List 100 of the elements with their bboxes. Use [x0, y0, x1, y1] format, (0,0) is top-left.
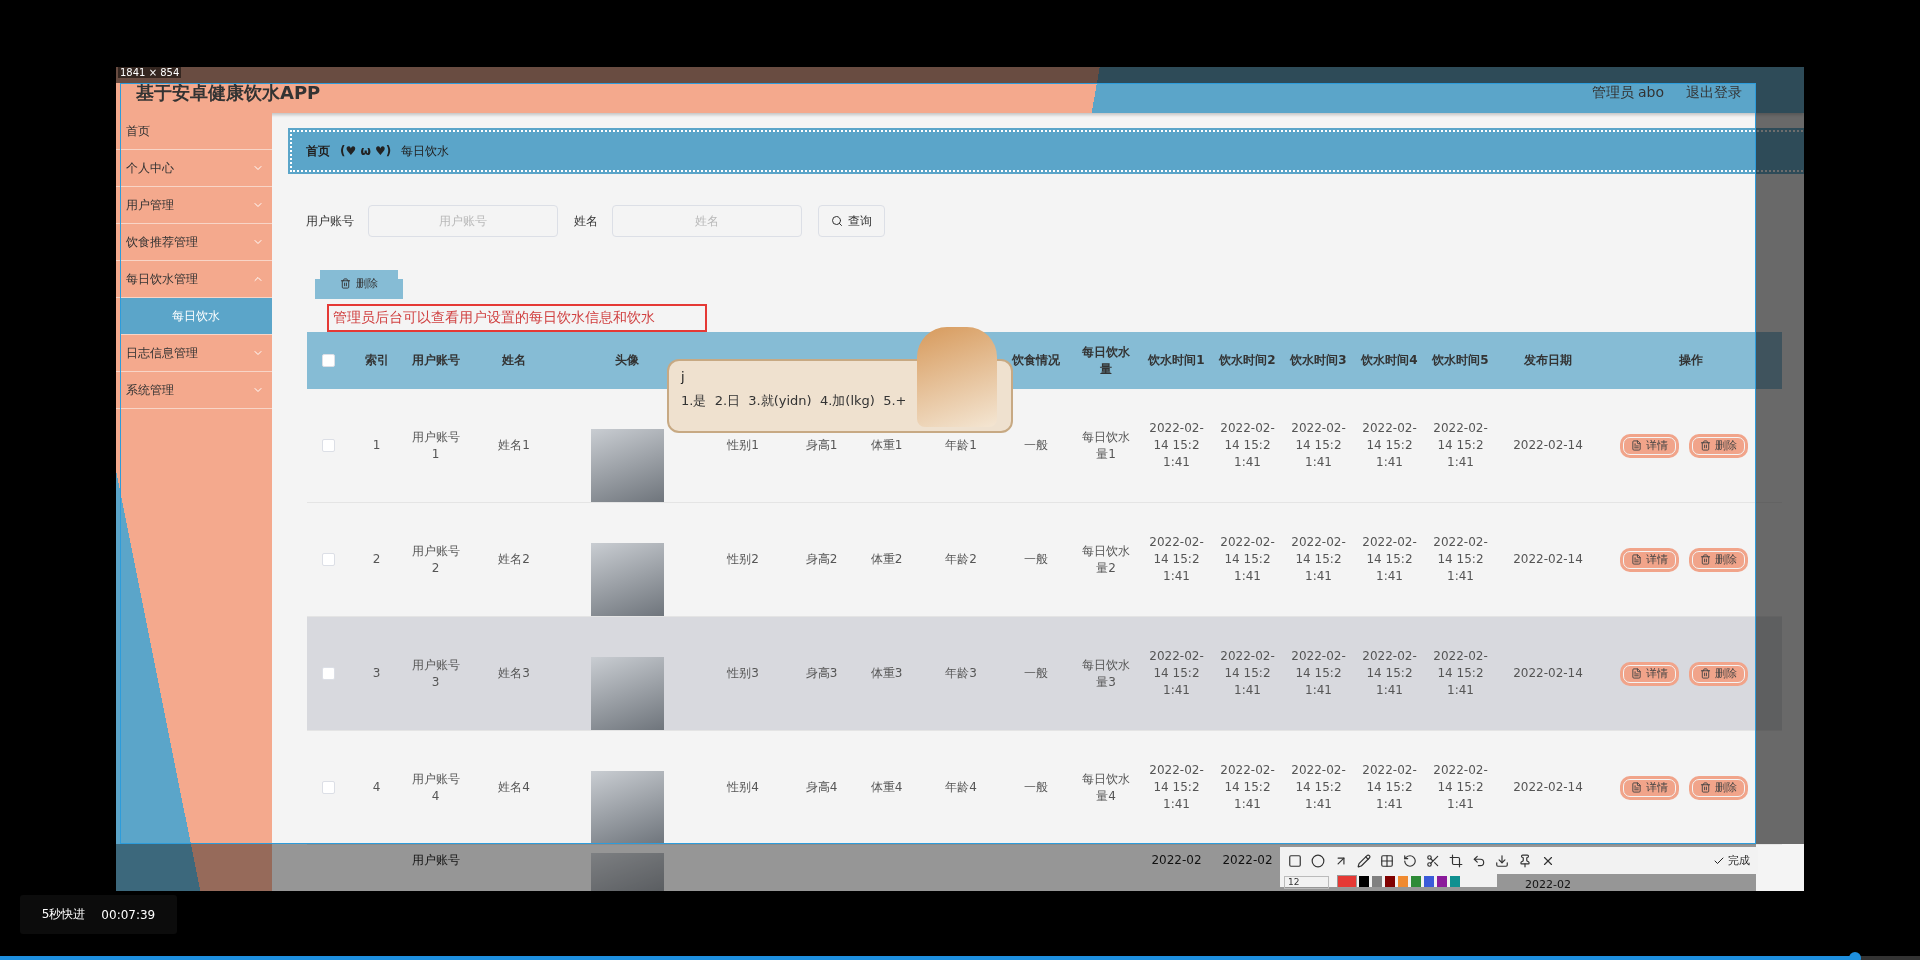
table-cell-text: 4 — [371, 779, 382, 796]
select-all-checkbox[interactable] — [322, 354, 335, 367]
color-swatch[interactable] — [1411, 876, 1421, 887]
field-label: 姓名 — [574, 212, 598, 230]
table-cell-text: 用户账号1 — [410, 428, 461, 463]
row-checkbox[interactable] — [322, 667, 335, 680]
details-button[interactable]: 详情 — [1620, 547, 1679, 572]
table-cell-text: 体重4 — [869, 779, 904, 796]
row-checkbox[interactable] — [322, 781, 335, 794]
table-cell-text: 每日饮水量1 — [1081, 428, 1131, 463]
table-cell-text: 2 — [371, 551, 382, 568]
color-swatch[interactable] — [1398, 876, 1408, 887]
ime-candidates[interactable]: 1.是 2.日 3.就(yidn) 4.加(lkg) 5.+ — [681, 392, 999, 410]
column-header: 发布日期 — [1523, 352, 1573, 369]
font-size-select[interactable]: 12 — [1284, 876, 1329, 889]
color-swatch[interactable] — [1372, 876, 1382, 887]
details-button[interactable]: 详情 — [1620, 433, 1679, 458]
column-header: 饮水时间4 — [1360, 352, 1419, 369]
document-icon — [1631, 554, 1642, 565]
table-cell-text: 2022-02 — [1150, 852, 1203, 867]
pin-icon[interactable] — [1518, 853, 1532, 868]
table-cell-text: 2022-02-14 15:21:41 — [1148, 762, 1205, 813]
table-cell-text: 身高3 — [804, 665, 839, 682]
table-cell-text: 年龄2 — [944, 551, 978, 568]
table-cell-text: 一般 — [1022, 551, 1049, 568]
table-cell-text: 3 — [371, 665, 382, 682]
table-cell-text: 姓名1 — [497, 437, 531, 454]
mosaic-icon[interactable] — [1380, 853, 1394, 868]
breadcrumb-link[interactable]: 首页 — [306, 142, 330, 160]
trash-icon — [340, 277, 351, 289]
table-cell-text: 一般 — [1022, 779, 1049, 796]
breadcrumb-current: 每日饮水 — [401, 142, 450, 160]
logout-link[interactable]: 退出登录 — [1686, 84, 1742, 102]
table-cell-text: 2022-02-14 15:21:41 — [1148, 648, 1205, 699]
table-cell-text: 体重2 — [869, 551, 904, 568]
table-cell-text: 2022-02-14 15:21:41 — [1432, 534, 1489, 585]
document-icon — [1631, 668, 1642, 679]
trash-icon — [1700, 554, 1711, 565]
sidebar-item[interactable]: 首页 — [116, 113, 272, 150]
table-cell-text: 2022-02-14 15:21:41 — [1219, 420, 1276, 471]
color-swatch[interactable] — [1424, 876, 1434, 887]
search-button[interactable]: 查询 — [818, 205, 885, 237]
color-swatch[interactable] — [1359, 876, 1369, 887]
progress-thumb[interactable] — [1848, 952, 1861, 960]
table-cell-text: 2022-02-14 — [1512, 665, 1584, 682]
delete-button[interactable]: 删除 — [1689, 547, 1748, 572]
undo-icon[interactable] — [1403, 853, 1417, 868]
crop-icon[interactable] — [1449, 853, 1463, 868]
table-cell-text: 性别4 — [726, 779, 760, 796]
scissors-icon[interactable] — [1426, 853, 1440, 868]
sidebar-item[interactable]: 日志信息管理 — [116, 335, 272, 372]
seek-label: 5秒快进 — [41, 906, 86, 923]
table-cell-text: 每日饮水量2 — [1081, 542, 1131, 577]
column-header: 饮水时间2 — [1218, 352, 1277, 369]
table-cell-text: 2022-02-14 — [1512, 437, 1584, 454]
annotation-text-box: 管理员后台可以查看用户设置的每日饮水信息和饮水 — [327, 304, 707, 332]
column-header: 索引 — [363, 352, 390, 369]
table-cell-text: 用户账号2 — [410, 542, 461, 577]
details-button[interactable]: 详情 — [1620, 775, 1679, 800]
column-header: 用户账号 — [410, 352, 461, 369]
color-swatch[interactable] — [1338, 876, 1356, 887]
table-cell-text: 姓名4 — [497, 779, 531, 796]
table-cell-text: 每日饮水量3 — [1081, 656, 1131, 691]
row-checkbox[interactable] — [322, 439, 335, 452]
color-swatch[interactable] — [1437, 876, 1447, 887]
delete-button[interactable]: 删除 — [1689, 775, 1748, 800]
column-header: 操作 — [1678, 352, 1704, 369]
table-cell-text: 姓名3 — [497, 665, 531, 682]
rectangle-icon[interactable] — [1288, 853, 1302, 868]
color-swatch[interactable] — [1450, 876, 1460, 887]
table-cell-text: 2022-02-14 15:21:41 — [1148, 534, 1205, 585]
download-icon[interactable] — [1495, 853, 1509, 868]
table-cell-text: 2022-02-14 15:21:41 — [1290, 534, 1347, 585]
delete-button[interactable]: 删除 — [1689, 661, 1748, 686]
color-swatch[interactable] — [1385, 876, 1395, 887]
table-cell-text: 2022-02-14 15:21:41 — [1432, 648, 1489, 699]
undo-arrow-icon[interactable] — [1472, 853, 1486, 868]
table-cell-text: 用户账号4 — [410, 770, 461, 805]
column-header: 每日饮水量 — [1081, 343, 1131, 378]
circle-icon[interactable] — [1311, 853, 1325, 868]
pencil-icon[interactable] — [1357, 853, 1371, 868]
admin-user: 管理员 abo — [1591, 84, 1664, 102]
table-cell-text: 2022-02-14 15:21:41 — [1148, 420, 1205, 471]
capture-selection-frame[interactable] — [120, 83, 1756, 844]
table-cell-text: 身高1 — [804, 437, 839, 454]
table-cell-text: 身高2 — [804, 551, 839, 568]
sidebar-item[interactable]: 用户管理 — [116, 187, 272, 224]
sidebar-item[interactable]: 个人中心 — [116, 150, 272, 187]
document-icon — [1631, 440, 1642, 451]
sidebar-item[interactable]: 系统管理 — [116, 372, 272, 409]
table-cell-text: 年龄3 — [944, 665, 978, 682]
sidebar-item[interactable]: 饮食推荐管理 — [116, 224, 272, 261]
table-cell-text: 2022-02-14 15:21:41 — [1432, 762, 1489, 813]
row-checkbox[interactable] — [322, 553, 335, 566]
done-button[interactable]: 完成 — [1713, 853, 1750, 868]
table-cell-text: 体重3 — [869, 665, 904, 682]
details-button[interactable]: 详情 — [1620, 661, 1679, 686]
table-cell-text: 性别1 — [726, 437, 760, 454]
delete-button[interactable]: 删除 — [1689, 433, 1748, 458]
table-cell-text: 2022-02-14 15:21:41 — [1361, 420, 1418, 471]
